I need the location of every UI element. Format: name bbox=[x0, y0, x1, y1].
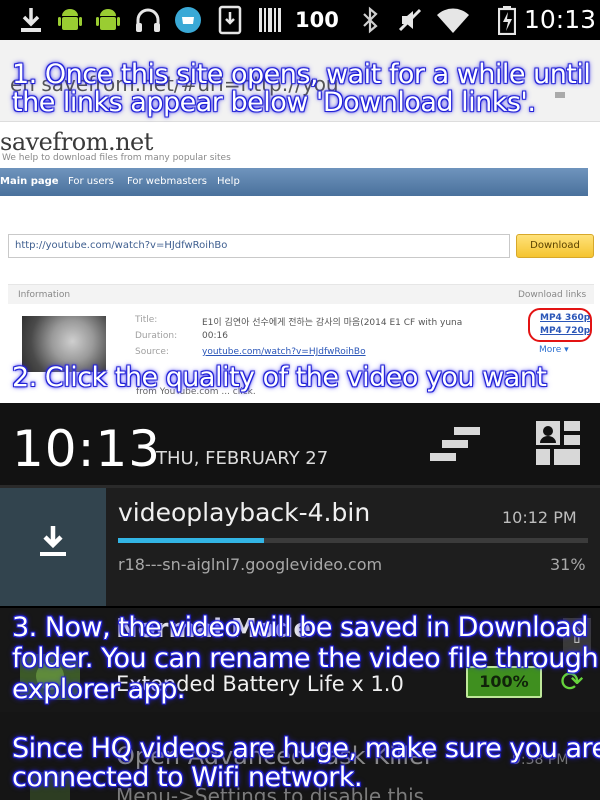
site-nav: Main page For users For webmasters Help bbox=[0, 168, 588, 196]
caption-step1-line2: the links appear below 'Download links'. bbox=[12, 87, 536, 118]
caption-note-line1: Since HQ videos are huge, make sure you … bbox=[12, 733, 600, 764]
download-icon bbox=[38, 524, 68, 562]
duration-label: Duration: bbox=[135, 331, 178, 341]
download-notification-icon-box bbox=[0, 488, 106, 606]
quality-link-720p[interactable]: MP4 720p bbox=[540, 326, 590, 336]
android-icon bbox=[54, 4, 86, 36]
caption-note-line2: connected to Wifi network. bbox=[12, 762, 363, 793]
notification-shade-header: 10:13 THU, FEBRUARY 27 bbox=[0, 403, 600, 485]
video-url-input[interactable]: http://youtube.com/watch?v=HJdfwRoihBo bbox=[8, 234, 510, 258]
nav-for-users[interactable]: For users bbox=[68, 168, 114, 196]
caption-step3-line2: folder. You can rename the video file th… bbox=[12, 643, 599, 674]
download-progress-bar bbox=[118, 538, 588, 543]
sd-card-icon bbox=[214, 4, 246, 36]
nav-main-page[interactable]: Main page bbox=[0, 168, 59, 196]
download-notification[interactable]: videoplayback-4.bin 10:12 PM r18---sn-ai… bbox=[0, 488, 600, 606]
user-menu-icon[interactable] bbox=[534, 419, 582, 471]
app-icon bbox=[172, 4, 204, 36]
title-value: E1이 김연아 선수에게 전하는 감사의 마음(2014 E1 CF with … bbox=[202, 318, 463, 328]
caption-step3-line1: 3. Now, the video will be saved in Downl… bbox=[12, 612, 588, 643]
site-logo[interactable]: savefrom.net bbox=[0, 128, 153, 156]
information-label: Information bbox=[18, 290, 71, 300]
download-percent: 31% bbox=[550, 555, 586, 574]
mute-icon bbox=[394, 4, 426, 36]
download-icon bbox=[16, 4, 46, 36]
headphones-icon bbox=[132, 4, 164, 36]
scroll-indicator bbox=[555, 92, 565, 98]
nav-help[interactable]: Help bbox=[217, 168, 240, 196]
caption-step2: 2. Click the quality of the video you wa… bbox=[12, 362, 547, 393]
shade-clock: 10:13 bbox=[12, 420, 162, 478]
quality-link-360p[interactable]: MP4 360p bbox=[540, 313, 590, 323]
shade-date: THU, FEBRUARY 27 bbox=[156, 448, 329, 469]
android-icon bbox=[92, 4, 124, 36]
source-label: Source: bbox=[135, 347, 169, 357]
download-filename: videoplayback-4.bin bbox=[118, 498, 371, 527]
download-links-label: Download links bbox=[518, 290, 587, 300]
battery-level-text: 100 bbox=[295, 8, 339, 32]
barcode-icon bbox=[255, 4, 285, 36]
caption-step1-line1: 1. Once this site opens, wait for a whil… bbox=[12, 59, 591, 90]
duration-value: 00:16 bbox=[202, 331, 228, 341]
caption-step3-line3: explorer app. bbox=[12, 674, 185, 705]
more-formats-link[interactable]: More ▾ bbox=[539, 345, 569, 355]
result-header: Information Download links bbox=[8, 284, 594, 304]
status-clock: 10:13 bbox=[524, 5, 597, 34]
title-label: Title: bbox=[135, 315, 158, 325]
download-source: r18---sn-aiglnl7.googlevideo.com bbox=[118, 555, 383, 574]
battery-icon bbox=[495, 4, 519, 36]
settings-toggle-icon[interactable] bbox=[428, 425, 482, 469]
bluetooth-icon bbox=[358, 4, 382, 36]
nav-for-webmasters[interactable]: For webmasters bbox=[127, 168, 207, 196]
download-progress-fill bbox=[118, 538, 264, 543]
download-button[interactable]: Download bbox=[516, 234, 594, 258]
wifi-icon bbox=[434, 4, 472, 36]
download-time: 10:12 PM bbox=[502, 508, 577, 527]
site-tagline: We help to download files from many popu… bbox=[2, 153, 231, 163]
status-bar: 100 10:13 bbox=[0, 0, 600, 40]
source-link[interactable]: youtube.com/watch?v=HJdfwRoihBo bbox=[202, 347, 366, 357]
